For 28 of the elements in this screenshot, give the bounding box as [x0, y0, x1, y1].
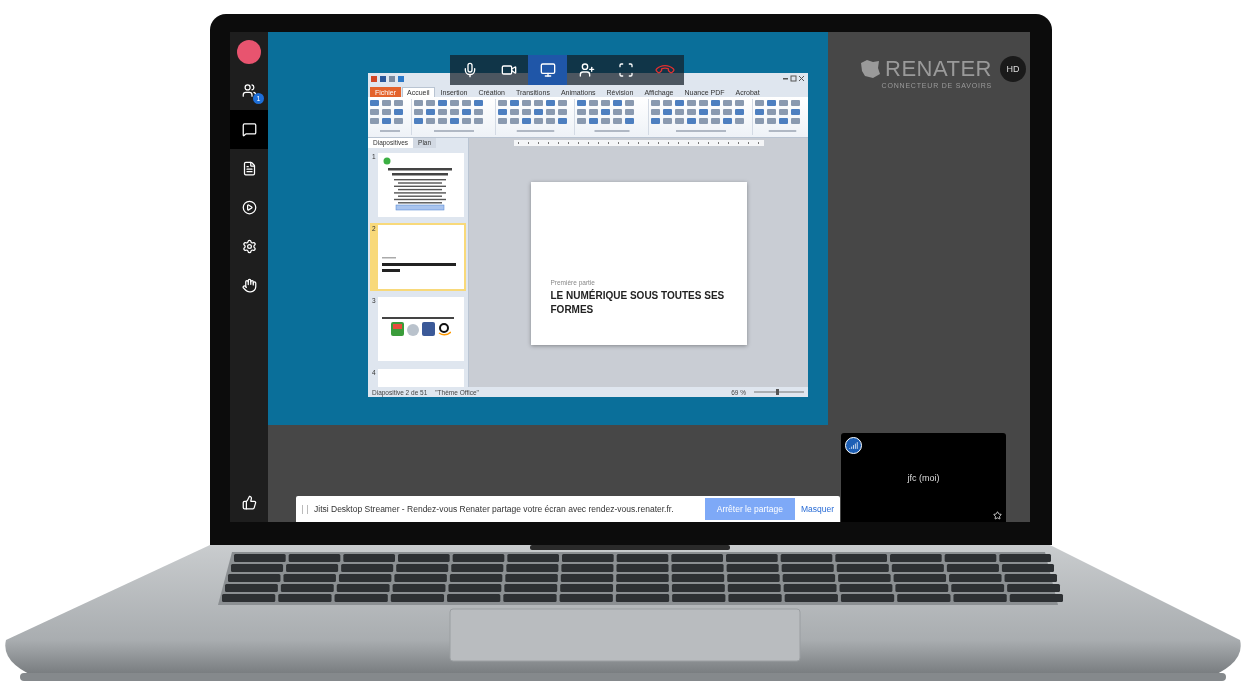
monitor-icon [539, 62, 556, 78]
notification-text: Jitsi Desktop Streamer - Rendez-vous Renater partage votre écran avec rendez-vous.renater.fr. [314, 504, 675, 514]
participants-icon [241, 83, 257, 98]
logos-drawing [391, 321, 451, 337]
window-controls-drawing [783, 75, 805, 83]
star-icon [993, 511, 1002, 520]
video-camera-icon [500, 62, 517, 78]
play-icon [241, 200, 257, 215]
logo-text: RENATER [885, 56, 992, 82]
slide-title: LE NUMÉRIQUE SOUS TOUTES SES FORMES [550, 289, 726, 317]
logo-icon [859, 59, 881, 79]
grip-icon [302, 504, 308, 514]
hand-icon [241, 278, 257, 293]
signal-icon [845, 437, 862, 454]
participant-name: jfc (moi) [907, 472, 940, 483]
hd-badge: HD [1000, 56, 1026, 82]
sidebar-button[interactable] [230, 110, 268, 149]
text-lines-drawing [382, 317, 454, 319]
chat-icon [241, 122, 257, 137]
hide-link[interactable]: Masquer [800, 504, 834, 514]
screen-share-button[interactable] [528, 55, 567, 85]
fullscreen-icon [617, 62, 634, 78]
logo-icon [382, 157, 392, 165]
thumbs-up-icon [241, 495, 257, 510]
add-person-icon [578, 62, 595, 78]
document-icon [241, 161, 257, 176]
settings-icon [241, 239, 257, 254]
avatar [237, 39, 261, 64]
